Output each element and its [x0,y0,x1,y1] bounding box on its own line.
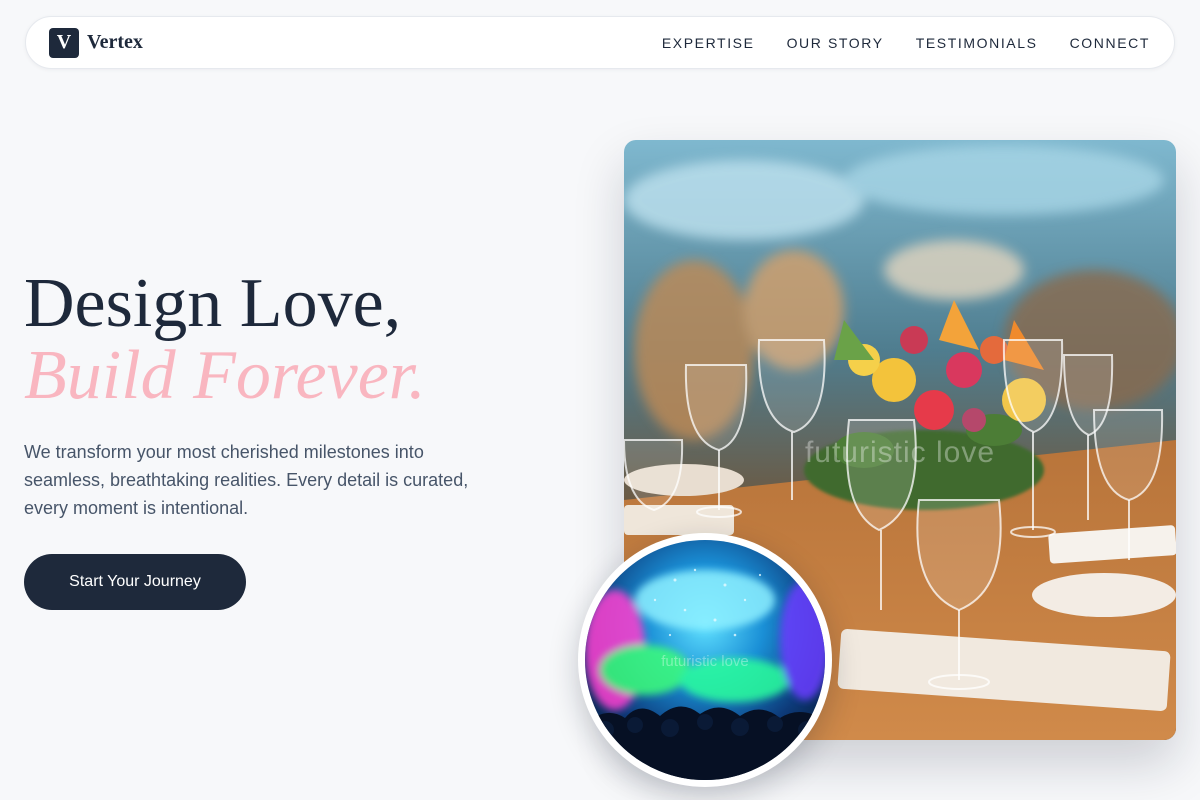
hero-headline-line2: Build Forever. [24,337,426,414]
main-photo-caption: futuristic love [804,436,996,469]
start-journey-button[interactable]: Start Your Journey [24,554,246,610]
nav-links: EXPERTISE OUR STORY TESTIMONIALS CONNECT [662,35,1150,51]
nav-link-expertise[interactable]: EXPERTISE [662,35,755,51]
hero-headline-line1: Design Love, [24,265,402,342]
circle-photo-caption: futuristic love [661,653,749,670]
concert-circle-inner: futuristic love [585,540,825,780]
brand-logo[interactable]: V Vertex [49,27,143,58]
concert-circle-photo: futuristic love [578,533,832,787]
brand-mark-icon: V [49,27,79,58]
brand-name: Vertex [87,31,143,53]
nav-link-testimonials[interactable]: TESTIMONIALS [916,35,1038,51]
nav-link-our-story[interactable]: OUR STORY [787,35,884,51]
hero-description: We transform your most cherished milesto… [24,442,469,518]
top-navbar: V Vertex EXPERTISE OUR STORY TESTIMONIAL… [25,16,1175,69]
hero-headline: Design Love, Build Forever. [24,268,426,412]
nav-link-connect[interactable]: CONNECT [1070,35,1150,51]
